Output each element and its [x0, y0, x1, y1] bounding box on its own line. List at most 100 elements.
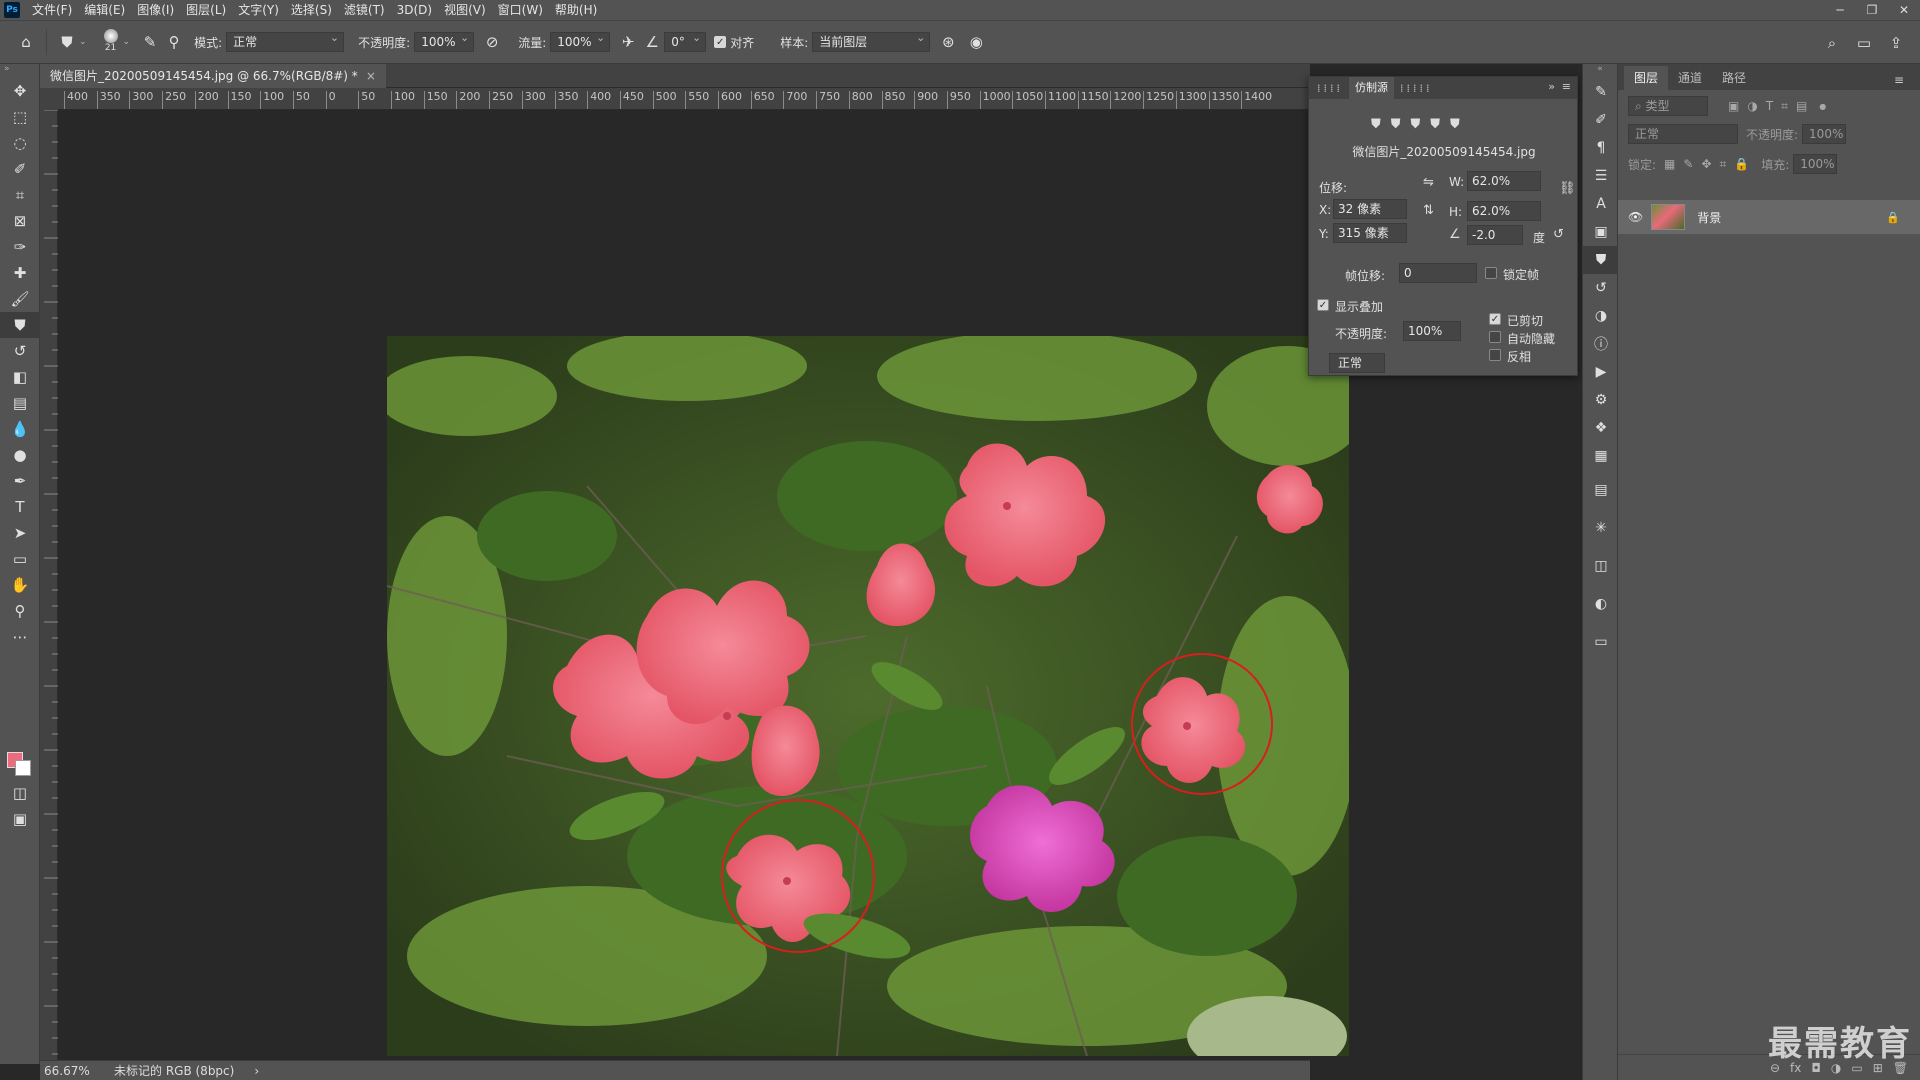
layer-comps-panel-icon[interactable]: ◫ [1583, 552, 1619, 580]
dodge-tool-icon[interactable]: ● [0, 442, 40, 468]
marquee-tool-icon[interactable]: ⬚ [0, 104, 40, 130]
tab-channels[interactable]: 通道 [1668, 66, 1712, 90]
menu-help[interactable]: 帮助(H) [549, 0, 603, 20]
screen-mode-icon[interactable]: ▣ [0, 806, 40, 832]
gradients-panel-icon[interactable]: ▭ [1583, 628, 1619, 656]
search-icon[interactable]: ⌕ [1820, 31, 1844, 55]
tab-layers[interactable]: 图层 [1624, 66, 1669, 90]
sample-select[interactable]: 当前图层 [812, 29, 931, 52]
collapsed-tab-icons-right[interactable]: ⁞⁞⁞⁞⁞ [1400, 82, 1432, 95]
status-expand-icon[interactable]: › [254, 1064, 259, 1078]
history-panel-icon[interactable]: ↺ [1583, 274, 1619, 302]
collapse-strip-icon[interactable]: « [1583, 64, 1617, 78]
document-image[interactable] [387, 336, 1349, 1056]
menu-select[interactable]: 选择(S) [285, 0, 338, 20]
menu-edit[interactable]: 编辑(E) [78, 0, 131, 20]
clone-stamp-tool-icon[interactable]: ⛊ [55, 30, 79, 54]
restore-icon[interactable]: ❐ [1856, 0, 1888, 20]
healing-brush-tool-icon[interactable]: ✚ [0, 260, 40, 286]
invert-checkbox[interactable] [1489, 349, 1501, 361]
eyedropper-tool-icon[interactable]: ✑ [0, 234, 40, 260]
reset-transform-icon[interactable]: ↺ [1553, 227, 1564, 242]
character-panel-icon[interactable]: A [1583, 190, 1619, 218]
brush-tool-icon[interactable]: 🖌 [0, 286, 40, 312]
quick-select-tool-icon[interactable]: ✐ [0, 156, 40, 182]
swatches-panel-icon[interactable]: ▦ [1583, 442, 1619, 470]
lock-frame-checkbox[interactable] [1485, 267, 1497, 279]
info-panel-icon[interactable]: ⓘ [1583, 330, 1619, 358]
clone-source-panel-icon[interactable]: ⛊ [1583, 246, 1619, 274]
pressure-size-icon[interactable]: ◉ [964, 30, 988, 54]
3d-panel-icon[interactable]: ❖ [1583, 414, 1619, 442]
lock-all-icon[interactable]: 🔒 [1734, 157, 1749, 171]
auto-hide-checkbox[interactable] [1489, 331, 1501, 343]
layer-row-background[interactable]: 👁 背景 🔒 [1618, 200, 1920, 234]
frame-offset-input[interactable]: 0 [1399, 263, 1477, 283]
brush-settings-panel-icon[interactable]: ✎ [1583, 78, 1619, 106]
overlay-blend-select[interactable]: 正常 [1329, 353, 1385, 373]
flip-vertical-icon[interactable]: ⇅ [1423, 203, 1434, 218]
mode-select[interactable]: 正常 [226, 29, 345, 52]
notes-panel-icon[interactable]: ▤ [1583, 476, 1619, 504]
clipped-checkbox[interactable]: ✓ [1489, 313, 1501, 325]
tab-paths[interactable]: 路径 [1712, 66, 1756, 90]
brush-presets-panel-icon[interactable]: ✐ [1583, 106, 1619, 134]
show-overlay-checkbox[interactable]: ✓ [1317, 299, 1329, 311]
close-window-icon[interactable]: ✕ [1888, 0, 1920, 20]
brush-chevron-icon[interactable]: ⌄ [123, 37, 131, 47]
hand-tool-icon[interactable]: ✋ [0, 572, 40, 598]
more-tools-icon[interactable]: ⋯ [0, 624, 40, 650]
brush-settings-icon[interactable]: ✎ [138, 30, 162, 54]
menu-layer[interactable]: 图层(L) [180, 0, 232, 20]
libraries-panel-icon[interactable]: ⚙ [1583, 386, 1619, 414]
layer-blend-mode-select[interactable]: 正常 [1628, 124, 1738, 144]
layer-name[interactable]: 背景 [1697, 209, 1721, 226]
properties-panel-icon[interactable]: ☰ [1583, 162, 1619, 190]
menu-window[interactable]: 窗口(W) [492, 0, 549, 20]
overlay-opacity-input[interactable]: 100% [1403, 321, 1461, 341]
brush-preset-picker[interactable]: 21 [99, 27, 123, 57]
menu-view[interactable]: 视图(V) [438, 0, 492, 20]
workspace-icon[interactable]: ▭ [1852, 31, 1876, 55]
lock-artboard-icon[interactable]: ⌗ [1720, 157, 1727, 172]
pressure-opacity-icon[interactable]: ⊘ [480, 30, 504, 54]
minimize-icon[interactable]: ─ [1824, 0, 1856, 20]
home-icon[interactable]: ⌂ [14, 30, 38, 54]
adjustments-panel-icon[interactable]: ◑ [1583, 302, 1619, 330]
clone-source-panel-icon[interactable]: ⚲ [162, 30, 186, 54]
menu-3d[interactable]: 3D(D) [391, 0, 438, 20]
gradient-tool-icon[interactable]: ▤ [0, 390, 40, 416]
clone-stamp-tool-icon[interactable]: ⛊ [0, 312, 40, 338]
visibility-eye-icon[interactable]: 👁 [1628, 210, 1643, 224]
zoom-level[interactable]: 66.67% [44, 1064, 104, 1078]
tab-clone-source[interactable]: 仿制源 [1349, 77, 1394, 99]
frame-tool-icon[interactable]: ⊠ [0, 208, 40, 234]
ignore-adjustment-layers-icon[interactable]: ⊛ [936, 30, 960, 54]
flip-icon[interactable]: ⇋ [1423, 175, 1434, 190]
flow-input[interactable]: 100% [550, 29, 611, 52]
quick-mask-icon[interactable]: ◫ [0, 780, 40, 806]
close-tab-icon[interactable]: × [366, 64, 376, 88]
panel-menu-icon[interactable]: ≡ [1562, 80, 1571, 93]
glyphs-panel-icon[interactable]: ▣ [1583, 218, 1619, 246]
filter-smart-object-icon[interactable]: ▤ [1796, 99, 1807, 113]
tool-preset-chevron-icon[interactable]: ⌄ [79, 37, 87, 47]
blur-tool-icon[interactable]: 💧 [0, 416, 40, 442]
layers-menu-icon[interactable]: ≡ [1884, 68, 1914, 92]
opacity-input[interactable]: 100% [414, 29, 475, 52]
airbrush-icon[interactable]: ✈ [616, 30, 640, 54]
menu-filter[interactable]: 滤镜(T) [338, 0, 391, 20]
collapsed-tab-icons[interactable]: ⁞⁞⁞⁞ [1317, 82, 1343, 95]
filter-adjustment-icon[interactable]: ◑ [1747, 99, 1757, 113]
menu-image[interactable]: 图像(I) [131, 0, 180, 20]
link-scale-icon[interactable]: ⛓ [1559, 181, 1576, 196]
zoom-tool-icon[interactable]: ⚲ [0, 598, 40, 624]
menu-file[interactable]: 文件(F) [26, 0, 78, 20]
document-tab[interactable]: 微信图片_20200509145454.jpg @ 66.7%(RGB/8#) … [40, 64, 386, 88]
aligned-checkbox[interactable]: ✓ [714, 36, 727, 48]
lock-position-icon[interactable]: ✥ [1701, 157, 1711, 171]
layer-filter-select[interactable]: ⌕ 类型 [1628, 96, 1708, 116]
brush-angle-input[interactable]: 0° [664, 29, 707, 52]
y-offset-input[interactable]: 315 像素 [1333, 223, 1407, 243]
timeline-panel-icon[interactable]: ✳ [1583, 514, 1619, 542]
